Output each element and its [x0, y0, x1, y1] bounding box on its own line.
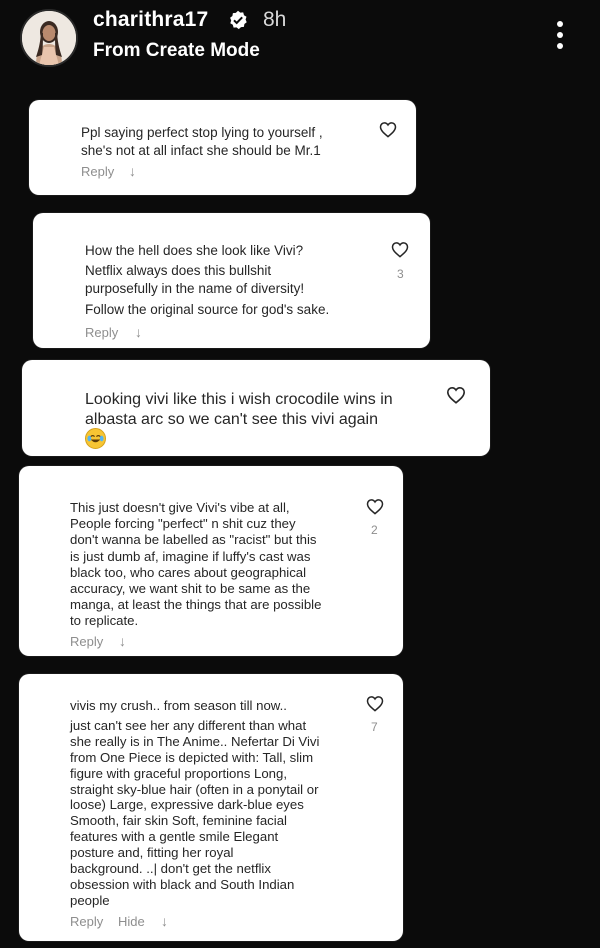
comment-line: Looking vivi like this i wish crocodile …	[85, 391, 393, 408]
comment-line: figure with graceful proportions Long,	[70, 765, 287, 781]
comment-line: background. ..| don't get the netflix	[70, 861, 271, 877]
arrow-down-icon[interactable]: ↓	[135, 324, 142, 340]
comment-text: Looking vivi like this i wish crocodile …	[85, 390, 393, 430]
comment-card: Looking vivi like this i wish crocodile …	[22, 360, 490, 456]
comment-card: Ppl saying perfect stop lying to yoursel…	[29, 100, 416, 195]
comment-line: features with a gentle smile Elegant	[70, 829, 279, 845]
comment-line: straight sky-blue hair (often in a ponyt…	[70, 781, 319, 797]
comment-line: accuracy, we want shit to be same as the	[70, 581, 311, 597]
tears-of-joy-emoji	[85, 428, 106, 449]
comment-line: purposefully in the name of diversity!	[85, 281, 305, 296]
comment-line: manga, at least the things that are poss…	[70, 597, 322, 613]
comment-line: Netflix always does this bullshit	[85, 262, 272, 278]
comment-line: just can't see her any different than wh…	[70, 717, 307, 733]
comment-line: posture and, fitting her royal	[70, 845, 234, 861]
like-count: 7	[371, 720, 378, 734]
comment-line: is just dumb af, imagine if luffy's cast…	[70, 548, 311, 564]
comment-line: Smooth, fair skin Soft, feminine facial	[70, 813, 287, 829]
time-ago: 8h	[263, 8, 287, 31]
comment-card: How the hell does she look like Vivi? Ne…	[33, 213, 430, 348]
story-header: charithra17 8h From Create Mode	[0, 0, 600, 80]
avatar[interactable]	[20, 9, 78, 67]
comment-line: This just doesn't give Vivi's vibe at al…	[70, 500, 290, 515]
comment-line: How the hell does she look like Vivi?	[85, 243, 304, 258]
comment-line: People forcing "perfect" n shit cuz they	[70, 516, 296, 532]
username[interactable]: charithra17	[93, 8, 208, 32]
reply-button[interactable]: Reply	[81, 164, 114, 179]
comment-text: How the hell does she look like Vivi? Ne…	[85, 242, 329, 319]
profile-photo-icon	[22, 11, 76, 65]
like-count: 3	[397, 267, 404, 281]
comment-line: Follow the original source for god's sak…	[85, 301, 330, 317]
arrow-down-icon[interactable]: ↓	[119, 633, 126, 649]
arrow-down-icon[interactable]: ↓	[129, 163, 136, 179]
comment-line: loose) Large, expressive dark-blue eyes	[70, 797, 304, 813]
arrow-down-icon[interactable]: ↓	[161, 913, 168, 929]
comment-text: Ppl saying perfect stop lying to yoursel…	[81, 124, 323, 160]
comment-card: vivis my crush.. from season till now.. …	[19, 674, 403, 941]
heart-outline-icon[interactable]	[366, 695, 384, 712]
comment-text: vivis my crush.. from season till now.. …	[70, 698, 319, 909]
comment-line: to replicate.	[70, 613, 139, 629]
reply-button[interactable]: Reply	[70, 914, 103, 929]
comment-line: don't wanna be labelled as "racist" but …	[70, 532, 317, 548]
heart-outline-icon[interactable]	[446, 386, 466, 404]
comment-line: she really is in The Anime.. Nefertar Di…	[70, 733, 320, 749]
story-subtitle: From Create Mode	[93, 40, 260, 61]
reply-button[interactable]: Reply	[70, 634, 103, 649]
more-vertical-icon[interactable]	[548, 18, 572, 52]
comment-line: from One Piece is depicted with: Tall, s…	[70, 749, 314, 765]
comment-line: people	[70, 892, 110, 908]
heart-outline-icon[interactable]	[379, 121, 397, 138]
comment-line: albasta arc so we can't see this vivi ag…	[85, 411, 378, 428]
comment-card: This just doesn't give Vivi's vibe at al…	[19, 466, 403, 656]
comment-line: she's not at all infact she should be Mr…	[81, 143, 321, 158]
reply-button[interactable]: Reply	[85, 325, 118, 340]
verified-badge-icon	[230, 10, 247, 30]
comment-line: black too, who cares about geographical	[70, 564, 307, 580]
like-count: 2	[371, 523, 378, 537]
heart-outline-icon[interactable]	[366, 498, 384, 515]
comment-line: obsession with black and South Indian	[70, 876, 295, 892]
comment-text: This just doesn't give Vivi's vibe at al…	[70, 500, 321, 630]
hide-button[interactable]: Hide	[118, 914, 145, 929]
comment-line: Ppl saying perfect stop lying to yoursel…	[81, 125, 323, 140]
comment-line: vivis my crush.. from season till now..	[70, 698, 287, 713]
heart-outline-icon[interactable]	[391, 241, 409, 258]
